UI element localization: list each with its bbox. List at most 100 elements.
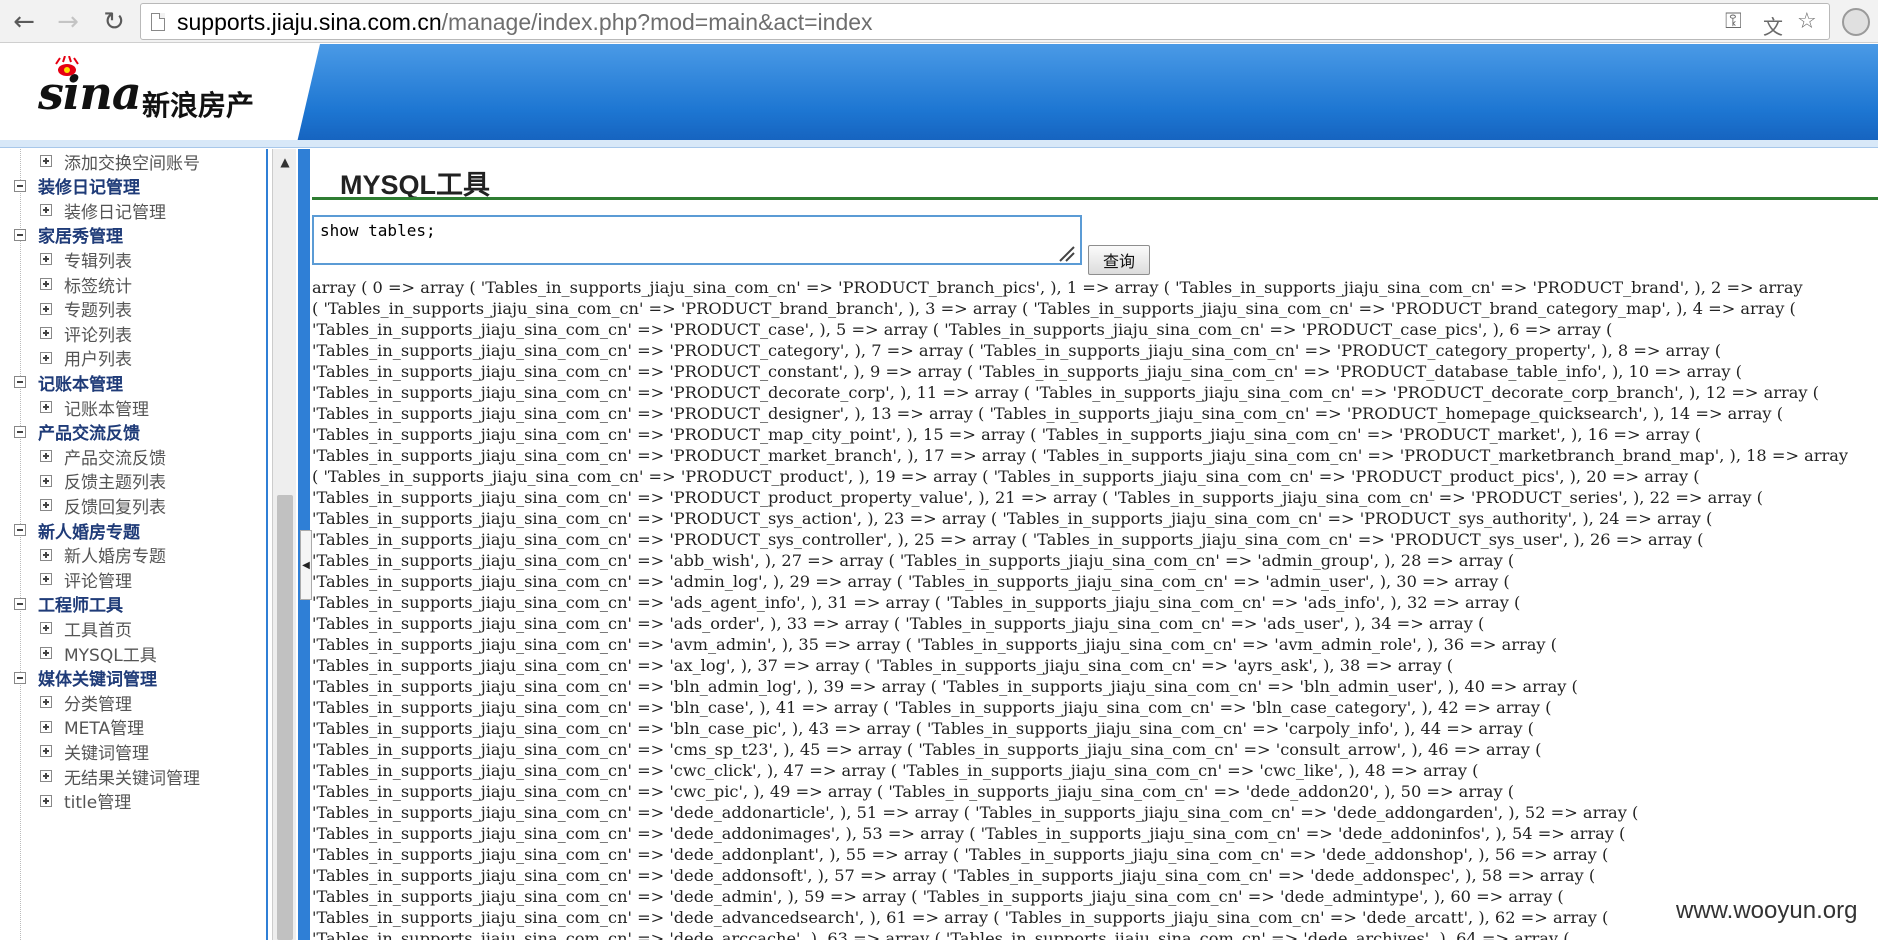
- result-line: 'Tables_in_supports_jiaju_sina_com_cn' =…: [312, 719, 1534, 738]
- expand-plus-icon[interactable]: [40, 696, 52, 709]
- sidebar-item-label: 专辑列表: [64, 251, 132, 272]
- sql-query-input[interactable]: show tables;: [312, 215, 1082, 265]
- page-icon: [151, 13, 165, 31]
- expand-plus-icon[interactable]: [40, 155, 52, 167]
- expand-plus-icon[interactable]: [40, 474, 52, 487]
- expand-plus-icon[interactable]: [40, 204, 52, 217]
- title-divider: [312, 197, 1878, 200]
- expand-plus-icon[interactable]: [40, 499, 52, 512]
- sidebar-item-label: 产品交流反馈: [38, 424, 140, 445]
- sidebar-item-label: 媒体关键词管理: [38, 670, 157, 691]
- expand-plus-icon[interactable]: [40, 253, 52, 266]
- result-line: ( 'Tables_in_supports_jiaju_sina_com_cn'…: [312, 467, 1700, 486]
- logo-panel: sina 新浪房产: [0, 44, 320, 140]
- result-line: 'Tables_in_supports_jiaju_sina_com_cn' =…: [312, 845, 1609, 864]
- browser-toolbar: ← → ↻ supports.jiaju.sina.com.cn/manage/…: [0, 0, 1878, 43]
- sidebar-item-label: 工程师工具: [38, 596, 123, 617]
- sidebar-item-label: 用户列表: [64, 350, 132, 371]
- result-line: 'Tables_in_supports_jiaju_sina_com_cn' =…: [312, 824, 1626, 843]
- result-line: 'Tables_in_supports_jiaju_sina_com_cn' =…: [312, 572, 1510, 591]
- collapse-minus-icon[interactable]: [14, 179, 26, 192]
- expand-plus-icon[interactable]: [40, 745, 52, 758]
- result-line: 'Tables_in_supports_jiaju_sina_com_cn' =…: [312, 341, 1722, 360]
- result-line: 'Tables_in_supports_jiaju_sina_com_cn' =…: [312, 509, 1713, 528]
- site-name: 新浪房产: [142, 89, 255, 122]
- expand-plus-icon[interactable]: [40, 647, 52, 659]
- result-line: 'Tables_in_supports_jiaju_sina_com_cn' =…: [312, 551, 1515, 570]
- expand-plus-icon[interactable]: [40, 302, 52, 315]
- result-line: 'Tables_in_supports_jiaju_sina_com_cn' =…: [312, 929, 1570, 940]
- result-line: 'Tables_in_supports_jiaju_sina_com_cn' =…: [312, 614, 1485, 633]
- url-text[interactable]: supports.jiaju.sina.com.cn/manage/index.…: [177, 9, 873, 36]
- collapse-minus-icon[interactable]: [14, 597, 26, 610]
- expand-plus-icon[interactable]: [40, 401, 52, 413]
- result-line: 'Tables_in_supports_jiaju_sina_com_cn' =…: [312, 383, 1819, 402]
- sidebar-item-label: META管理: [64, 719, 145, 740]
- key-icon[interactable]: ⚿: [1725, 9, 1742, 34]
- expand-plus-icon[interactable]: [40, 720, 52, 733]
- sidebar-item-label: 无结果关键词管理: [64, 768, 200, 789]
- sidebar-item[interactable]: title管理: [40, 787, 131, 815]
- address-bar[interactable]: supports.jiaju.sina.com.cn/manage/index.…: [140, 3, 1830, 40]
- expand-plus-icon[interactable]: [40, 794, 52, 807]
- expand-plus-icon[interactable]: [40, 622, 52, 635]
- expand-plus-icon[interactable]: [40, 770, 52, 782]
- collapse-minus-icon[interactable]: [14, 376, 26, 389]
- collapse-sidebar-arrow-icon[interactable]: ◀: [300, 530, 312, 600]
- header-separator: [0, 140, 1878, 148]
- expand-plus-icon[interactable]: [40, 573, 52, 586]
- expand-plus-icon[interactable]: [40, 548, 52, 561]
- textarea-resize-grip-icon[interactable]: [1056, 243, 1076, 263]
- sidebar-item-label: 记账本管理: [64, 399, 149, 420]
- url-path: /manage/index.php?mod=main&act=index: [441, 9, 873, 35]
- result-line: 'Tables_in_supports_jiaju_sina_com_cn' =…: [312, 362, 1742, 381]
- query-result: array ( 0 => array ( 'Tables_in_supports…: [312, 277, 1878, 940]
- sidebar-item-label: 装修日记管理: [64, 202, 166, 223]
- sidebar-item-label: title管理: [64, 793, 132, 814]
- sidebar-item-label: MYSQL工具: [64, 645, 157, 666]
- forward-arrow-icon[interactable]: →: [52, 6, 84, 38]
- result-line: 'Tables_in_supports_jiaju_sina_com_cn' =…: [312, 908, 1609, 927]
- result-line: 'Tables_in_supports_jiaju_sina_com_cn' =…: [312, 803, 1639, 822]
- collapse-minus-icon[interactable]: [14, 671, 26, 684]
- result-line: 'Tables_in_supports_jiaju_sina_com_cn' =…: [312, 488, 1763, 507]
- collapse-minus-icon[interactable]: [14, 524, 26, 536]
- back-arrow-icon[interactable]: ←: [8, 6, 40, 38]
- scroll-up-arrow-icon[interactable]: ▲: [273, 155, 297, 173]
- result-line: 'Tables_in_supports_jiaju_sina_com_cn' =…: [312, 404, 1784, 423]
- browser-menu-icon[interactable]: [1842, 8, 1870, 36]
- sidebar-scrollbar[interactable]: ▲: [272, 149, 296, 940]
- sidebar-item-label: 分类管理: [64, 694, 132, 715]
- bookmark-star-icon[interactable]: ☆: [1797, 9, 1817, 34]
- expand-plus-icon[interactable]: [40, 450, 52, 463]
- sidebar-item-label: 装修日记管理: [38, 178, 140, 199]
- tree-connector-line: [20, 149, 21, 940]
- result-line: 'Tables_in_supports_jiaju_sina_com_cn' =…: [312, 530, 1704, 549]
- result-line: 'Tables_in_supports_jiaju_sina_com_cn' =…: [312, 782, 1515, 801]
- collapse-minus-icon[interactable]: [14, 425, 26, 438]
- sidebar-tree: 添加交换空间账号 装修日记管理 装修日记管理 家居秀管理 专辑列表 标签统计 专题列表 评论列…: [0, 149, 268, 940]
- result-line: array ( 0 => array ( 'Tables_in_supports…: [312, 278, 1803, 297]
- translate-icon[interactable]: 文: [1763, 11, 1783, 40]
- expand-plus-icon[interactable]: [40, 351, 52, 364]
- result-line: 'Tables_in_supports_jiaju_sina_com_cn' =…: [312, 866, 1596, 885]
- collapse-minus-icon[interactable]: [14, 228, 26, 241]
- result-line: 'Tables_in_supports_jiaju_sina_com_cn' =…: [312, 635, 1557, 654]
- site-header: sina 新浪房产: [0, 44, 1878, 140]
- scrollbar-thumb[interactable]: [277, 495, 293, 940]
- sidebar-item-label: 工具首页: [64, 620, 132, 641]
- reload-icon[interactable]: ↻: [98, 6, 130, 38]
- expand-plus-icon[interactable]: [40, 278, 52, 290]
- sidebar-item-label: 反馈回复列表: [64, 497, 166, 518]
- sidebar-item-label: 家居秀管理: [38, 227, 123, 248]
- sidebar-item-label: 添加交换空间账号: [64, 153, 200, 174]
- result-line: 'Tables_in_supports_jiaju_sina_com_cn' =…: [312, 677, 1578, 696]
- query-button[interactable]: 查询: [1088, 245, 1150, 275]
- sidebar-item-label: 新人婚房专题: [64, 547, 166, 568]
- sidebar-item-label: 评论列表: [64, 325, 132, 346]
- expand-plus-icon[interactable]: [40, 327, 52, 340]
- sidebar-item-label: 产品交流反馈: [64, 448, 166, 469]
- result-line: 'Tables_in_supports_jiaju_sina_com_cn' =…: [312, 425, 1702, 444]
- result-line: 'Tables_in_supports_jiaju_sina_com_cn' =…: [312, 887, 1564, 906]
- sina-logo: sina: [38, 66, 142, 120]
